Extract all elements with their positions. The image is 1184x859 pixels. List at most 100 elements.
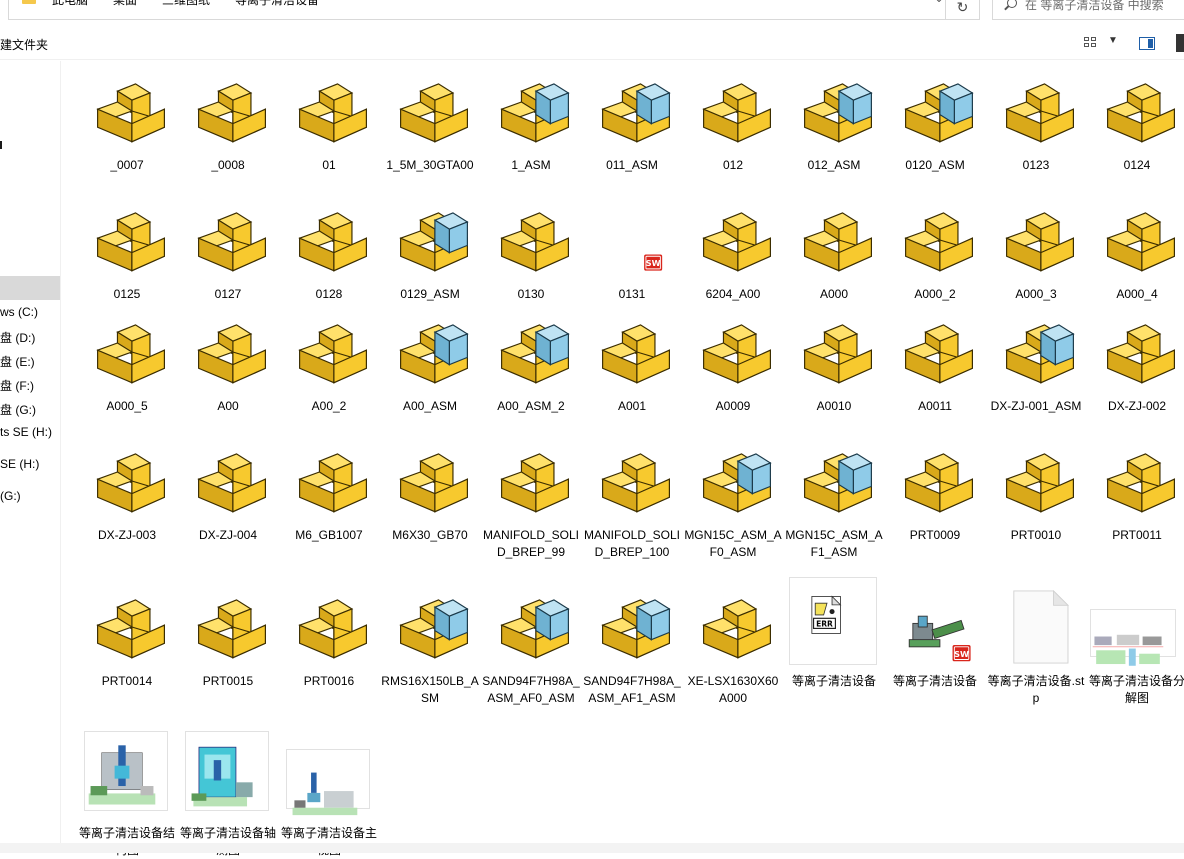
file-item[interactable]: SAND94F7H98A_ASM_AF0_ASM <box>482 577 580 705</box>
assembly-icon <box>498 585 572 669</box>
error-file-icon: ERR <box>789 577 877 669</box>
breadcrumb-3d-drawings[interactable]: 三维图纸 <box>162 0 210 8</box>
file-item[interactable]: 6204_A00 <box>684 190 782 310</box>
file-name: 0129_ASM <box>400 287 460 301</box>
nav-drive-e[interactable]: 盘 (E:) <box>0 353 35 370</box>
file-item[interactable]: 等离子清洁设备.stp <box>987 577 1085 705</box>
file-item[interactable]: A000_2 <box>886 190 984 310</box>
file-item[interactable]: 0120_ASM <box>886 61 984 181</box>
file-item[interactable]: MGN15C_ASM_AF0_ASM <box>684 431 782 559</box>
file-item[interactable]: PRT0014 <box>78 577 176 697</box>
file-item[interactable]: MANIFOLD_SOLID_BREP_99 <box>482 431 580 559</box>
refresh-button[interactable]: ↻ <box>946 0 980 20</box>
breadcrumb-separator-icon[interactable]: › <box>39 0 43 4</box>
file-item[interactable]: 0128 <box>280 190 378 310</box>
preview-pane-icon[interactable] <box>1139 37 1155 50</box>
part-icon <box>296 310 370 394</box>
file-item[interactable]: A000_4 <box>1088 190 1184 310</box>
nav-drive-d[interactable]: 盘 (D:) <box>0 329 35 346</box>
file-item[interactable]: ERR 等离子清洁设备 <box>785 577 883 697</box>
chevron-down-icon[interactable]: ⌄ <box>934 0 944 5</box>
file-name: 0130 <box>517 287 545 301</box>
new-folder-button[interactable]: 建文件夹 <box>0 36 48 53</box>
file-name: PRT0015 <box>202 674 254 688</box>
file-item[interactable]: 等离子清洁设备轴测图 <box>179 729 277 857</box>
view-options-icon[interactable] <box>1084 37 1098 49</box>
file-item[interactable]: MGN15C_ASM_AF1_ASM <box>785 431 883 559</box>
file-item[interactable]: _0007 <box>78 61 176 181</box>
file-item[interactable]: 01 <box>280 61 378 181</box>
file-item[interactable]: 1_ASM <box>482 61 580 181</box>
file-item[interactable]: PRT0010 <box>987 431 1085 551</box>
assembly-icon <box>700 439 774 523</box>
file-item[interactable]: SAND94F7H98A_ASM_AF1_ASM <box>583 577 681 705</box>
file-item[interactable]: A00_ASM_2 <box>482 302 580 422</box>
file-name: 1_ASM <box>511 158 551 172</box>
file-item[interactable]: XE-LSX1630X60A000 <box>684 577 782 705</box>
file-item[interactable]: PRT0015 <box>179 577 277 697</box>
breadcrumb-desktop[interactable]: 桌面 <box>113 0 137 8</box>
file-item[interactable]: A00 <box>179 302 277 422</box>
file-item[interactable]: A000 <box>785 190 883 310</box>
file-item[interactable]: SW 0131 <box>583 190 681 310</box>
file-item[interactable]: PRT0011 <box>1088 431 1184 551</box>
file-item[interactable]: A000_3 <box>987 190 1085 310</box>
nav-drive-f[interactable]: 盘 (F:) <box>0 377 34 394</box>
file-item[interactable]: 011_ASM <box>583 61 681 181</box>
file-item[interactable]: M6X30_GB70 <box>381 431 479 551</box>
file-item[interactable]: DX-ZJ-002 <box>1088 302 1184 422</box>
svg-text:ERR: ERR <box>816 620 833 629</box>
part-icon <box>296 585 370 669</box>
file-item[interactable]: A00_ASM <box>381 302 479 422</box>
file-item[interactable]: A000_5 <box>78 302 176 422</box>
file-item[interactable]: 1_5M_30GTA00 <box>381 61 479 181</box>
breadcrumb-current-folder[interactable]: 等离子清洁设备 <box>235 0 319 8</box>
breadcrumb-separator-icon[interactable]: › <box>104 0 108 4</box>
file-item[interactable]: 等离子清洁设备结构图 <box>78 729 176 857</box>
breadcrumb-separator-icon[interactable]: › <box>221 0 225 4</box>
file-item[interactable]: 0125 <box>78 190 176 310</box>
file-item[interactable]: 等离子清洁设备分解图 <box>1088 577 1184 705</box>
file-item[interactable]: DX-ZJ-004 <box>179 431 277 551</box>
file-item[interactable]: A0011 <box>886 302 984 422</box>
breadcrumb-this-pc[interactable]: 此电脑 <box>52 0 88 8</box>
search-box[interactable] <box>992 0 1184 20</box>
file-item[interactable]: 0127 <box>179 190 277 310</box>
nav-drive-h-2[interactable]: SE (H:) <box>0 457 39 471</box>
nav-selected-highlight[interactable] <box>0 276 60 300</box>
file-item[interactable]: A00_2 <box>280 302 378 422</box>
search-input[interactable] <box>1025 0 1184 12</box>
file-item[interactable]: 0129_ASM <box>381 190 479 310</box>
breadcrumb-separator-icon[interactable]: › <box>152 0 156 4</box>
file-item[interactable]: M6_GB1007 <box>280 431 378 551</box>
file-item[interactable]: 0130 <box>482 190 580 310</box>
file-name: MGN15C_ASM_AF0_ASM <box>684 528 782 559</box>
file-item[interactable]: 0124 <box>1088 61 1184 181</box>
nav-drive-h[interactable]: ts SE (H:) <box>0 425 52 439</box>
file-item[interactable]: _0008 <box>179 61 277 181</box>
file-item[interactable]: DX-ZJ-003 <box>78 431 176 551</box>
file-item[interactable]: PRT0009 <box>886 431 984 551</box>
file-item[interactable]: MANIFOLD_SOLID_BREP_100 <box>583 431 681 559</box>
file-item[interactable]: A0010 <box>785 302 883 422</box>
assembly-icon <box>599 69 673 153</box>
file-item[interactable]: 等离子清洁设备主视图 <box>280 729 378 857</box>
file-item[interactable]: PRT0016 <box>280 577 378 697</box>
file-item[interactable]: 012_ASM <box>785 61 883 181</box>
file-item[interactable]: RMS16X150LB_ASM <box>381 577 479 705</box>
file-item[interactable]: DX-ZJ-001_ASM <box>987 302 1085 422</box>
nav-drive-g[interactable]: 盘 (G:) <box>0 401 36 418</box>
nav-drive-g-2[interactable]: (G:) <box>0 489 21 503</box>
file-item[interactable]: 0123 <box>987 61 1085 181</box>
nav-drive-c[interactable]: ws (C:) <box>0 305 38 319</box>
chevron-down-icon[interactable]: ▼ <box>1108 35 1118 46</box>
file-item[interactable]: A001 <box>583 302 681 422</box>
address-bar[interactable]: › 此电脑 › 桌面 › 三维图纸 › 等离子清洁设备 ⌄ <box>8 0 946 20</box>
file-item[interactable]: A0009 <box>684 302 782 422</box>
file-item[interactable]: 012 <box>684 61 782 181</box>
scrollbar-edge[interactable] <box>1176 34 1184 52</box>
address-bar-row: › 此电脑 › 桌面 › 三维图纸 › 等离子清洁设备 ⌄ ↻ <box>0 0 1184 20</box>
assembly-icon <box>599 585 673 669</box>
file-item[interactable]: SW 等离子清洁设备 <box>886 577 984 697</box>
file-name: SAND94F7H98A_ASM_AF1_ASM <box>583 674 681 705</box>
